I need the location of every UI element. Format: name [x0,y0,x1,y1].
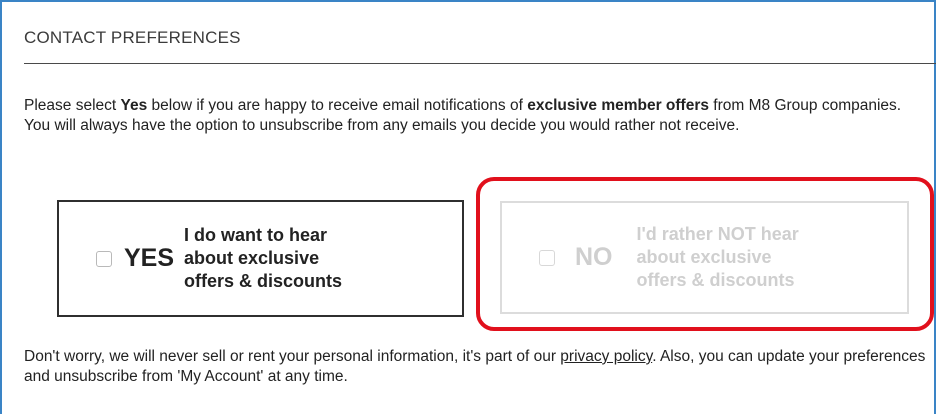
yes-checkbox[interactable] [96,250,112,267]
intro-part-2: below if you are happy to receive email … [147,97,528,114]
intro-text: Please select Yes below if you are happy… [24,96,924,136]
footer-text: Don't worry, we will never sell or rent … [24,347,936,387]
preferences-panel: CONTACT PREFERENCES Please select Yes be… [0,0,936,414]
privacy-policy-link[interactable]: privacy policy [560,348,652,365]
yes-description: I do want to hear about exclusive offers… [184,225,343,291]
intro-offers-bold: exclusive member offers [527,97,709,114]
title-divider [24,63,936,64]
yes-option-button[interactable]: YES I do want to hear about exclusive of… [57,200,464,317]
footer-part-1: Don't worry, we will never sell or rent … [24,348,561,365]
yes-label: YES [124,244,175,272]
no-option-button[interactable]: NO I'd rather NOT hear about exclusive o… [500,201,909,314]
section-title: CONTACT PREFERENCES [24,28,241,47]
intro-yes-bold: Yes [120,97,148,114]
no-checkbox[interactable] [539,249,555,266]
no-label: NO [575,243,613,271]
no-description: I'd rather NOT hear about exclusive offe… [636,224,799,290]
intro-part-1: Please select [24,97,121,114]
